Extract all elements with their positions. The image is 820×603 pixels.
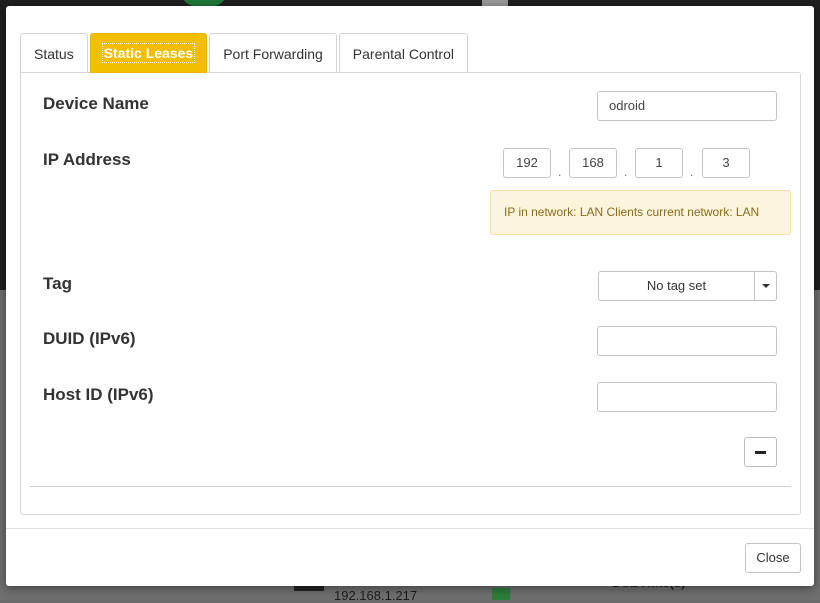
ip-network-info: IP in network: LAN Clients current netwo… xyxy=(490,190,791,235)
duid-input[interactable] xyxy=(597,326,777,356)
static-lease-dialog: Status Static Leases Port Forwarding Par… xyxy=(6,6,814,586)
ip-octet-1-input[interactable]: 192 xyxy=(503,148,551,178)
tab-port-forwarding[interactable]: Port Forwarding xyxy=(209,33,337,73)
tab-parental-control-label: Parental Control xyxy=(352,45,454,62)
tag-label: Tag xyxy=(43,274,72,293)
close-button[interactable]: Close xyxy=(745,543,801,573)
tab-status[interactable]: Status xyxy=(20,33,88,73)
device-name-input[interactable]: odroid xyxy=(597,91,777,121)
duid-label: DUID (IPv6) xyxy=(43,329,136,348)
static-lease-panel: Device Name odroid IP Address 192 . 168 … xyxy=(20,72,801,515)
tag-select[interactable]: No tag set xyxy=(598,271,777,301)
background-status-icon xyxy=(492,588,510,600)
tag-dropdown-toggle[interactable] xyxy=(754,272,776,300)
tag-select-value: No tag set xyxy=(646,278,707,293)
ip-separator-1: . xyxy=(558,165,562,179)
ip-octet-3-input[interactable]: 1 xyxy=(635,148,683,178)
ip-address-label: IP Address xyxy=(43,150,131,169)
ip-octet-2-input[interactable]: 168 xyxy=(569,148,617,178)
background-client-ip: 192.168.1.217 xyxy=(334,588,418,603)
minus-icon xyxy=(755,450,766,454)
device-name-label: Device Name xyxy=(43,94,149,113)
caret-down-icon xyxy=(761,284,770,288)
panel-divider xyxy=(30,486,791,487)
tab-port-forwarding-label: Port Forwarding xyxy=(223,45,323,62)
host-id-input[interactable] xyxy=(597,382,777,412)
tab-parental-control[interactable]: Parental Control xyxy=(338,33,468,73)
ip-separator-2: . xyxy=(624,165,628,179)
tab-status-label: Status xyxy=(34,45,74,62)
remove-lease-button[interactable] xyxy=(744,437,777,467)
background-device-icon xyxy=(294,586,324,591)
footer-divider xyxy=(6,528,814,529)
tab-static-leases-label: Static Leases xyxy=(101,43,196,63)
tab-static-leases[interactable]: Static Leases xyxy=(89,33,208,73)
tab-bar: Status Static Leases Port Forwarding Par… xyxy=(20,33,470,73)
ip-octet-4-input[interactable]: 3 xyxy=(702,148,750,178)
host-id-label: Host ID (IPv6) xyxy=(43,385,154,404)
ip-separator-3: . xyxy=(690,165,694,179)
